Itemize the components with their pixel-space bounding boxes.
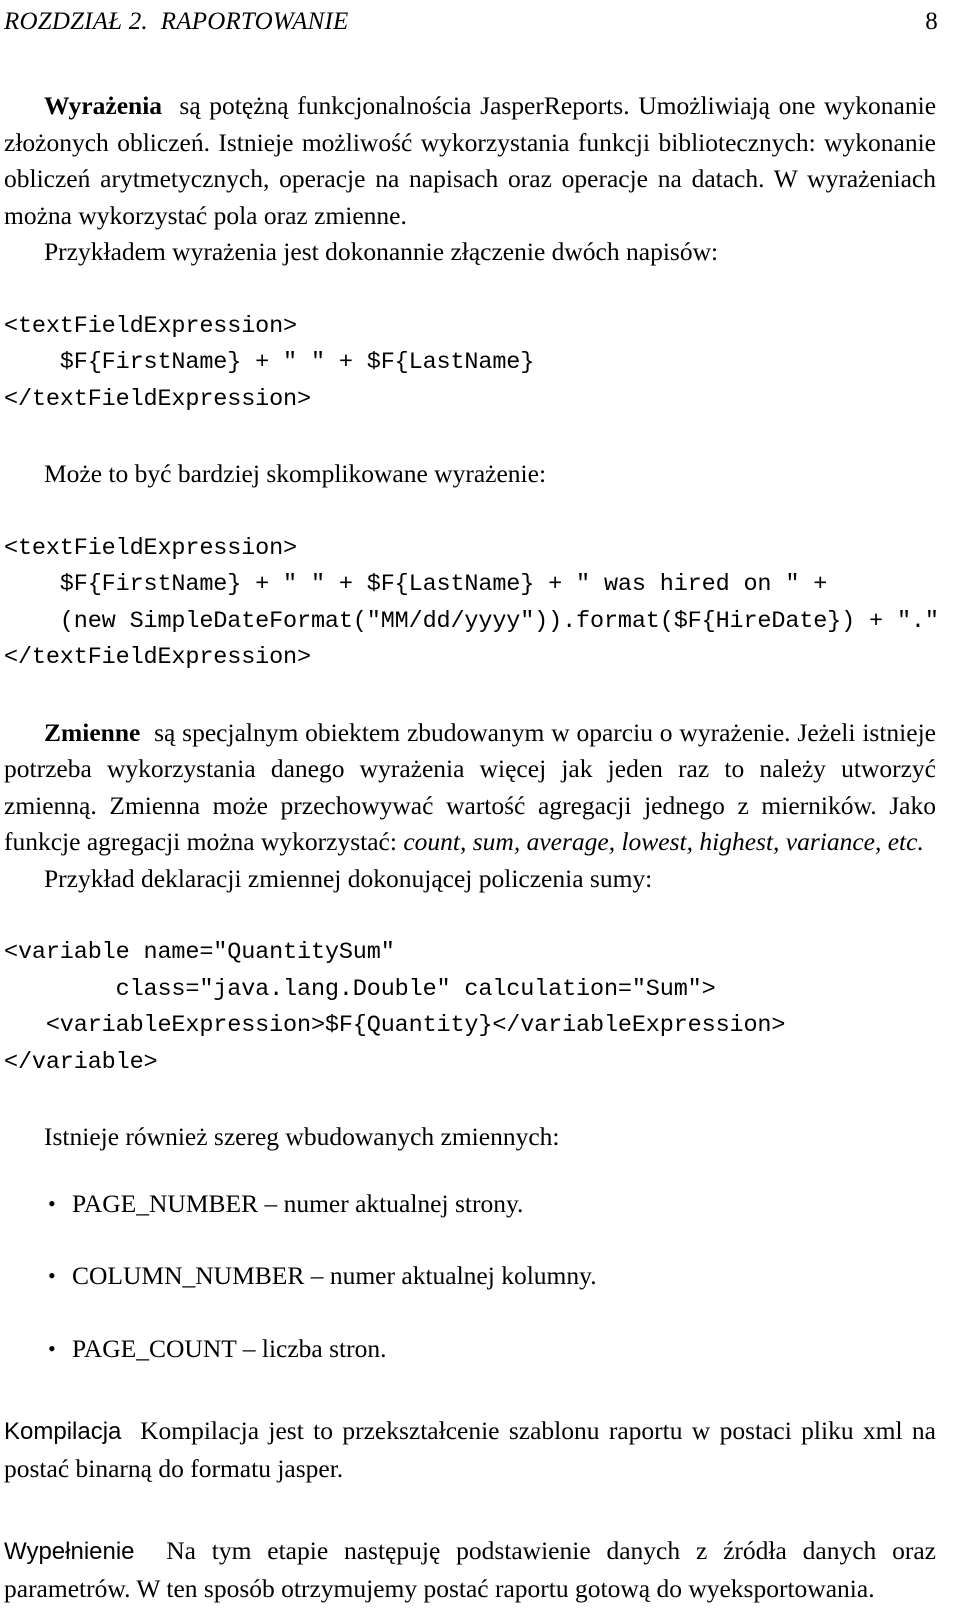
paragraph-variable-example-intro: Przykład deklaracji zmiennej dokonującej… [44,863,653,893]
paragraph-expressions-intro: Wyrażenia są potężną funkcjonalnościa Ja… [4,88,936,234]
paragraph-builtin-intro: Istnieje również szereg wbudowanych zmie… [44,1122,560,1151]
page-number: 8 [925,8,938,35]
code-block-variable-declaration: <variable name="QuantitySum" class="java… [4,939,786,1076]
lead-in-filling: Wypełnienie [4,1538,135,1565]
list-item: • COLUMN_NUMBER – numer aktualnej kolumny… [4,1258,936,1295]
document-page: ROZDZIAŁ 2. RAPORTOWANIE 8 Wyrażenia są … [0,0,960,1618]
paragraph-filling: Wypełnienie Na tym etapie następuję pods… [4,1533,936,1607]
aggregate-function-names: count, sum, average, lowest, highest, va… [403,827,924,856]
list-item: • PAGE_NUMBER – numer aktualnej strony. [4,1186,936,1223]
paragraph-compilation: Kompilacja Kompilacja jest to przekształ… [4,1413,936,1487]
paragraph-compilation-text: Kompilacja jest to przekształcenie szabl… [4,1416,937,1483]
builtin-variables-list: • PAGE_NUMBER – numer aktualnej strony. •… [4,1186,936,1368]
paragraph-variables-intro: Zmienne są specjalnym obiektem zbudowany… [4,715,936,861]
list-item-label: COLUMN_NUMBER – numer aktualnej kolumny. [72,1261,597,1290]
bullet-icon: • [48,1335,56,1361]
page-body: Wyrażenia są potężną funkcjonalnościa Ja… [4,88,939,1607]
paragraph-complex-intro: Może to być bardziej skomplikowane wyraż… [44,459,547,488]
list-item-label: PAGE_COUNT – liczba stron. [72,1333,387,1363]
bullet-icon: • [48,1263,56,1288]
lead-in-expressions: Wyrażenia [44,91,163,120]
bullet-icon: • [48,1190,56,1216]
list-item: • PAGE_COUNT – liczba stron. [4,1331,936,1368]
chapter-title: ROZDZIAŁ 2. RAPORTOWANIE [4,8,349,35]
code-block-textfieldexpression-complex: <textFieldExpression> $F{FirstName} + " … [4,534,939,672]
code-block-textfieldexpression-simple: <textFieldExpression> $F{FirstName} + " … [4,312,535,413]
lead-in-compilation: Kompilacja [4,1418,122,1445]
running-header: ROZDZIAŁ 2. RAPORTOWANIE 8 [4,8,938,36]
lead-in-variables: Zmienne [44,717,141,747]
paragraph-filling-text: Na tym etapie następuję podstawienie dan… [4,1536,936,1603]
list-item-label: PAGE_NUMBER – numer aktualnej strony. [72,1188,524,1218]
paragraph-example-intro: Przykładem wyrażenia jest dokonannie złą… [44,237,719,266]
